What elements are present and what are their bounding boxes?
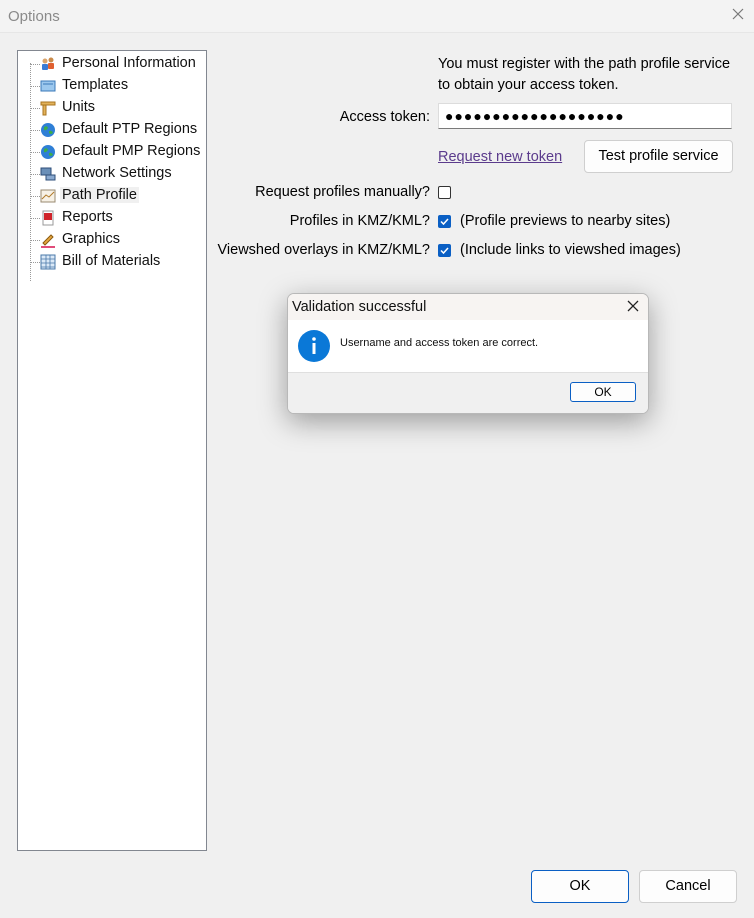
path-profile-icon: [40, 189, 56, 203]
dialog-title: Validation successful: [292, 299, 427, 315]
people-icon: [42, 57, 54, 70]
pencil-icon: [41, 234, 55, 248]
kmz-profiles-checkbox[interactable]: [438, 215, 451, 228]
globe-icon: [41, 145, 55, 159]
tree-item-reports[interactable]: Reports: [18, 207, 206, 229]
request-manually-label: Request profiles manually?: [255, 184, 430, 200]
request-new-token-link[interactable]: Request new token: [438, 149, 562, 165]
window-titlebar: Options: [0, 0, 754, 33]
access-token-label: Access token:: [339, 109, 430, 125]
options-tree[interactable]: Personal Information Templates Units Def…: [17, 50, 207, 851]
viewshed-overlays-note: (Include links to viewshed images): [460, 242, 681, 258]
dialog-ok-button[interactable]: OK: [570, 382, 636, 402]
close-icon[interactable]: [730, 6, 746, 22]
checkmark-icon: [440, 247, 449, 255]
kmz-profiles-label: Profiles in KMZ/KML?: [289, 213, 430, 229]
access-token-value: ●●●●●●●●●●●●●●●●●●●: [445, 108, 625, 124]
dialog-body: Username and access token are correct.: [288, 320, 648, 372]
tree-item-label: Reports: [62, 209, 113, 225]
tree-item-label: Personal Information: [62, 55, 196, 71]
window-title: Options: [8, 8, 60, 25]
tree-item-path-profile[interactable]: Path Profile: [18, 185, 206, 207]
validation-dialog: Validation successful Username and acces…: [287, 293, 649, 414]
globe-icon: [41, 123, 55, 137]
kmz-profiles-note: (Profile previews to nearby sites): [460, 213, 671, 229]
network-icon: [40, 167, 56, 181]
tree-item-label: Default PTP Regions: [62, 121, 198, 137]
tree-item-templates[interactable]: Templates: [18, 75, 206, 97]
request-manually-checkbox[interactable]: [438, 186, 451, 199]
checkmark-icon: [440, 218, 449, 226]
tree-item-label: Templates: [62, 77, 129, 93]
table-icon: [40, 254, 56, 270]
tree-item-default-pmp-regions[interactable]: Default PMP Regions: [18, 141, 206, 163]
tree-item-personal-information[interactable]: Personal Information: [18, 53, 206, 75]
dialog-footer: OK: [288, 372, 648, 413]
dialog-titlebar: Validation successful: [288, 294, 648, 320]
viewshed-overlays-label: Viewshed overlays in KMZ/KML?: [217, 242, 431, 258]
ok-button[interactable]: OK: [531, 870, 629, 903]
tree-item-label: Default PMP Regions: [62, 143, 201, 159]
dialog-message: Username and access token are correct.: [340, 337, 539, 349]
info-text-line1: You must register with the path profile …: [438, 56, 731, 72]
template-icon: [40, 80, 56, 92]
tree-item-label: Path Profile: [60, 187, 139, 203]
tree-item-bill-of-materials[interactable]: Bill of Materials: [18, 251, 206, 273]
tree-item-network-settings[interactable]: Network Settings: [18, 163, 206, 185]
pdf-report-icon: [42, 210, 54, 226]
close-icon[interactable]: [626, 299, 640, 313]
tree-item-units[interactable]: Units: [18, 97, 206, 119]
info-text-line2: to obtain your access token.: [438, 77, 619, 93]
access-token-field[interactable]: ●●●●●●●●●●●●●●●●●●●: [438, 103, 732, 129]
tree-item-label: Bill of Materials: [62, 253, 161, 269]
tree-item-label: Graphics: [62, 231, 121, 247]
ruler-icon: [40, 101, 56, 116]
info-icon: [298, 330, 330, 362]
cancel-button[interactable]: Cancel: [639, 870, 737, 903]
viewshed-overlays-checkbox[interactable]: [438, 244, 451, 257]
tree-item-default-ptp-regions[interactable]: Default PTP Regions: [18, 119, 206, 141]
tree-item-graphics[interactable]: Graphics: [18, 229, 206, 251]
test-profile-service-button[interactable]: Test profile service: [584, 140, 733, 173]
tree-item-label: Units: [62, 99, 96, 115]
tree-item-label: Network Settings: [62, 165, 172, 181]
